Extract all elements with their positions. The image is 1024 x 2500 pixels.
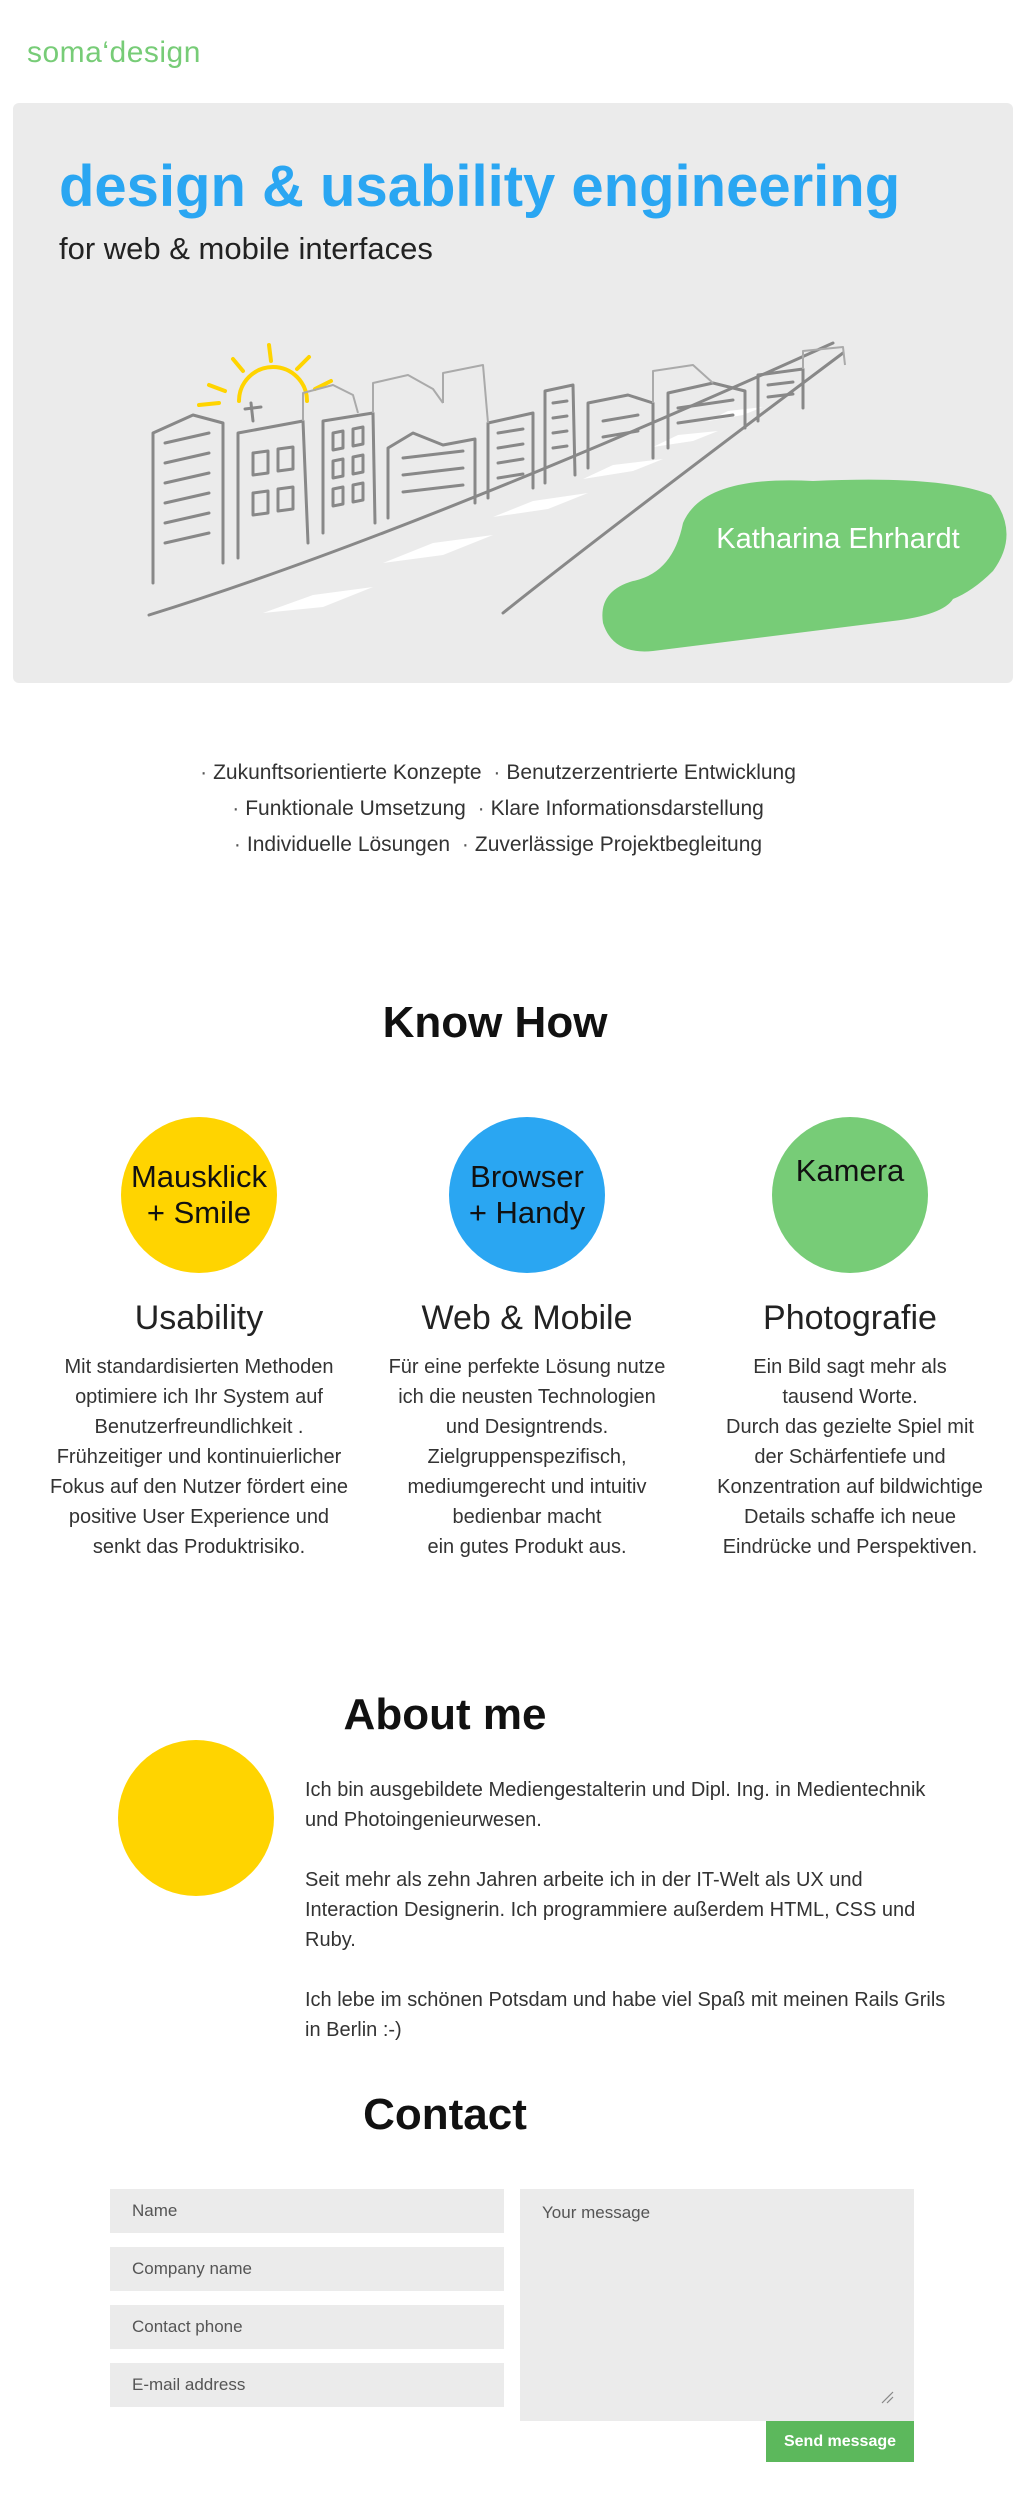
feature-item: Zuverlässige Projektbegleitung — [474, 833, 763, 856]
bullet-separator: · — [477, 797, 485, 820]
web-mobile-text: Für eine perfekte Lösung nutze ich die n… — [388, 1356, 666, 1558]
know-how-web-mobile: Browser + Handy Web & Mobile Für eine pe… — [362, 1117, 692, 1562]
about-paragraph: Seit mehr als zehn Jahren arbeite ich in… — [305, 1869, 916, 1951]
about-avatar-circle — [118, 1740, 274, 1896]
web-mobile-circle-label: Browser + Handy — [468, 1159, 586, 1230]
contact-title: Contact — [363, 2090, 527, 2139]
send-message-button[interactable]: Send message — [766, 2421, 914, 2462]
bullet-separator: · — [493, 761, 501, 784]
feature-line: · Funktionale Umsetzung · Klare Informatio… — [0, 791, 990, 827]
building-7 — [586, 393, 655, 470]
about-text: Ich bin ausgebildete Mediengestalterin u… — [305, 1775, 955, 2075]
feature-line: · Individuelle Lösungen · Zuverlässige Pro… — [0, 827, 990, 863]
bullet-separator: · — [461, 833, 469, 856]
know-how-title: Know How — [382, 998, 608, 1047]
feature-item: Benutzerzentrierte Entwicklung — [506, 761, 796, 784]
building-4 — [386, 431, 477, 520]
know-how-photografie: Kamera Photografie Ein Bild sagt mehr al… — [685, 1117, 1015, 1562]
hero-banner: design & usability engineering for web &… — [13, 103, 1013, 683]
bullet-separator: · — [200, 761, 208, 784]
green-blob-shape — [602, 479, 1007, 652]
know-how-usability: Mausklick + Smile Usability Mit standard… — [34, 1117, 364, 1562]
sun-icon — [197, 343, 333, 407]
about-paragraph: Ich lebe im schönen Potsdam und habe vie… — [305, 1989, 946, 2041]
name-badge: Katharina Ehrhardt — [716, 523, 960, 555]
page: soma‘design design & usability engineeri… — [0, 0, 1024, 2500]
hero-title: design & usability engineering — [59, 154, 901, 219]
building-2 — [236, 419, 310, 560]
photografie-circle: Kamera — [772, 1117, 928, 1273]
feature-line: · Zukunftsorientierte Konzepte · Benutzerz… — [0, 755, 990, 791]
bullet-separator: · — [232, 797, 240, 820]
contact-phone-input[interactable] — [110, 2305, 504, 2349]
photografie-circle-label: Kamera — [795, 1153, 905, 1188]
feature-item: Individuelle Lösungen — [246, 833, 451, 856]
message-textarea[interactable] — [520, 2189, 914, 2421]
hero-subtitle: for web & mobile interfaces — [59, 231, 433, 266]
email-input[interactable] — [110, 2363, 504, 2407]
building-5 — [486, 411, 535, 500]
resize-handle-icon[interactable] — [880, 2390, 894, 2404]
web-mobile-circle: Browser + Handy — [449, 1117, 605, 1273]
web-mobile-heading: Web & Mobile — [421, 1299, 633, 1337]
usability-text: Mit standardisierten Methoden optimiere … — [50, 1356, 348, 1558]
usability-circle: Mausklick + Smile — [121, 1117, 277, 1273]
building-6 — [543, 383, 577, 485]
bullet-separator: · — [233, 833, 241, 856]
about-title: About me — [343, 1690, 547, 1739]
feature-list: · Zukunftsorientierte Konzepte · Benutzerz… — [0, 755, 990, 863]
company-name-input[interactable] — [110, 2247, 504, 2291]
feature-item: Klare Informationsdarstellung — [490, 797, 764, 820]
about-paragraph: Ich bin ausgebildete Mediengestalterin u… — [305, 1779, 926, 1831]
building-3 — [321, 411, 377, 535]
site-logo[interactable]: soma‘design — [27, 36, 201, 70]
name-input[interactable] — [110, 2189, 504, 2233]
usability-heading: Usability — [134, 1299, 264, 1337]
photografie-heading: Photografie — [763, 1299, 937, 1337]
usability-circle-label: Mausklick + Smile — [130, 1159, 268, 1230]
feature-item: Zukunftsorientierte Konzepte — [213, 761, 482, 784]
photografie-text: Ein Bild sagt mehr als tausend Worte. Du… — [717, 1356, 983, 1558]
feature-item: Funktionale Umsetzung — [245, 797, 466, 820]
